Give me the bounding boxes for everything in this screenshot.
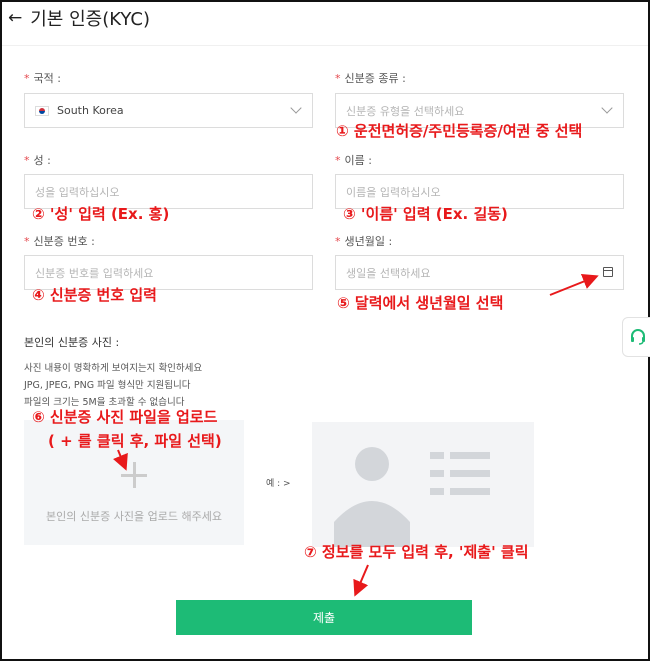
annotation-arrows (113, 274, 599, 597)
arrow-to-calendar (549, 274, 599, 296)
arrow-to-upload (113, 449, 128, 471)
arrow-to-submit (353, 564, 369, 597)
